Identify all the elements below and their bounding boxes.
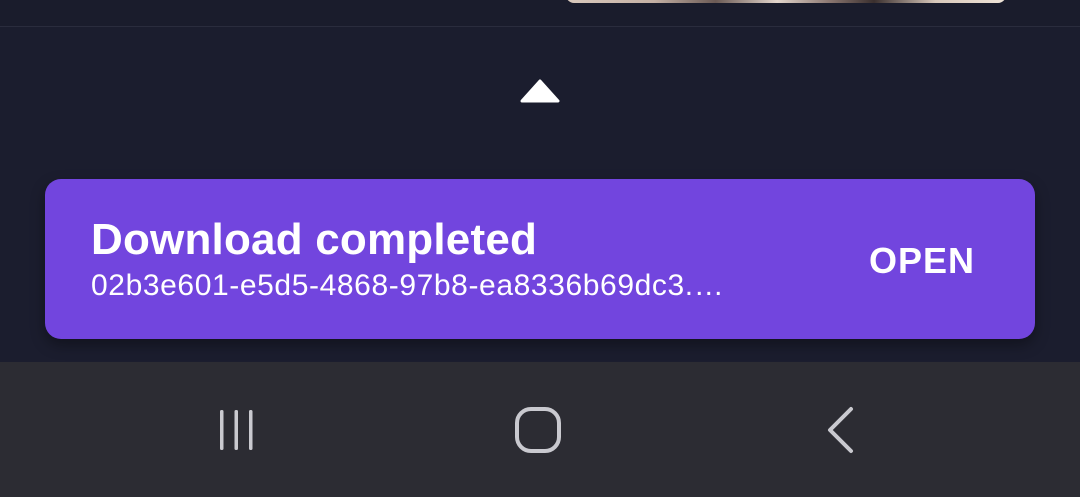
expand-handle[interactable] [519, 78, 561, 104]
home-button[interactable] [498, 400, 578, 460]
home-icon [515, 407, 561, 453]
navigation-bar [0, 362, 1080, 497]
chevron-up-icon [520, 79, 560, 103]
download-snackbar: Download completed 02b3e601-e5d5-4868-97… [45, 179, 1035, 339]
recent-apps-icon [220, 410, 253, 450]
snackbar-title: Download completed [91, 215, 538, 264]
open-button[interactable]: OPEN [853, 235, 991, 287]
image-thumbnail[interactable] [566, 0, 1006, 3]
back-icon [828, 407, 853, 453]
recent-apps-button[interactable] [196, 400, 276, 460]
snackbar-filename: 02b3e601-e5d5-4868-97b8-ea8336b69dc3.… [91, 269, 725, 302]
back-button[interactable] [800, 400, 880, 460]
content-area-top [0, 0, 1080, 27]
